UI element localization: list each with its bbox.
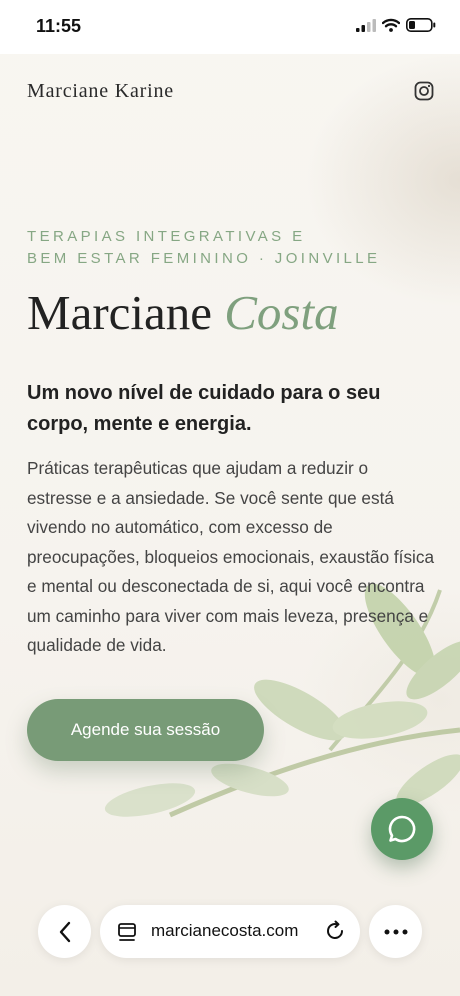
tabs-icon[interactable] bbox=[117, 922, 137, 942]
status-icons bbox=[356, 18, 436, 32]
browser-toolbar: marcianecosta.com bbox=[0, 900, 460, 996]
hero-title-first: Marciane bbox=[27, 285, 212, 340]
hero-title: Marciane Costa bbox=[27, 284, 339, 341]
url-text[interactable]: marcianecosta.com bbox=[151, 921, 298, 941]
status-time: 11:55 bbox=[36, 16, 82, 36]
more-dots-icon bbox=[384, 929, 407, 934]
signal-icon bbox=[356, 18, 376, 32]
more-options-button[interactable] bbox=[369, 905, 422, 958]
back-button[interactable] bbox=[38, 905, 91, 958]
schedule-session-button[interactable]: Agende sua sessão bbox=[27, 699, 264, 761]
wifi-icon bbox=[382, 18, 400, 32]
eyebrow-line-1: TERAPIAS INTEGRATIVAS E bbox=[27, 228, 306, 245]
battery-icon bbox=[406, 18, 436, 32]
instagram-icon[interactable] bbox=[414, 81, 434, 101]
hero-description: Práticas terapêuticas que ajudam a reduz… bbox=[27, 458, 435, 655]
hero-title-accent: Costa bbox=[224, 285, 339, 340]
hero-eyebrow: TERAPIAS INTEGRATIVAS E BEM ESTAR FEMINI… bbox=[27, 226, 447, 270]
whatsapp-chat-icon bbox=[388, 815, 416, 843]
eyebrow-line-2: BEM ESTAR FEMININO · JOINVILLE bbox=[27, 250, 381, 267]
hero-subtitle: Um novo nível de cuidado para o seu corp… bbox=[27, 382, 381, 435]
whatsapp-chat-button[interactable] bbox=[371, 798, 433, 860]
status-bar: 11:55 bbox=[0, 0, 460, 54]
chevron-left-icon bbox=[59, 921, 70, 942]
reload-icon[interactable] bbox=[324, 920, 346, 942]
address-bar[interactable]: marcianecosta.com bbox=[100, 905, 360, 958]
brand-name[interactable]: Marciane Karine bbox=[27, 80, 174, 103]
